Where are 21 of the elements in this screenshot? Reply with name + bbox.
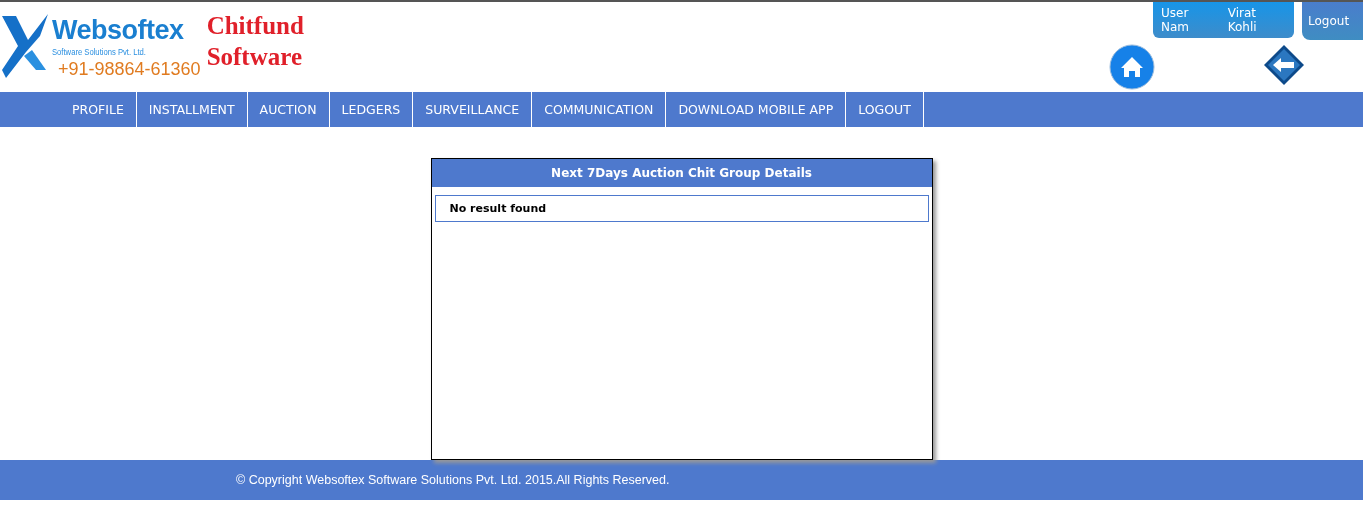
user-label: User Nam [1161,6,1191,34]
product-title: Chitfund [206,11,304,41]
copyright-text: © Copyright Websoftex Software Solutions Pvt. Ltd. 2015.All Rights Reserved. [236,473,670,487]
phone-number: +91-98864-61360 [58,58,201,80]
user-name: Virat Kohli [1227,6,1258,34]
nav-item[interactable]: PROFILE [60,92,137,127]
logo-brand: Websoftex [52,14,185,46]
nav-item[interactable]: AUCTION [247,92,330,127]
back-arrow-icon[interactable] [1263,44,1305,86]
logo-tagline: Software Solutions Pvt. Ltd. [52,46,147,58]
nav-item[interactable]: INSTALLMENT [136,92,248,127]
nav-item[interactable]: DOWNLOAD MOBILE APP [666,92,847,127]
nav-item[interactable]: LOGOUT [846,92,924,127]
empty-message: No result found [434,195,929,222]
nav-item[interactable]: SURVEILLANCE [413,92,533,127]
nav-item[interactable]: COMMUNICATION [532,92,667,127]
panel-title: Next 7Days Auction Chit Group Details [431,159,932,187]
nav-item[interactable]: LEDGERS [329,92,414,127]
logout-button[interactable]: Logout [1302,2,1363,40]
product-title: Software [206,42,303,72]
home-icon[interactable] [1109,44,1155,90]
